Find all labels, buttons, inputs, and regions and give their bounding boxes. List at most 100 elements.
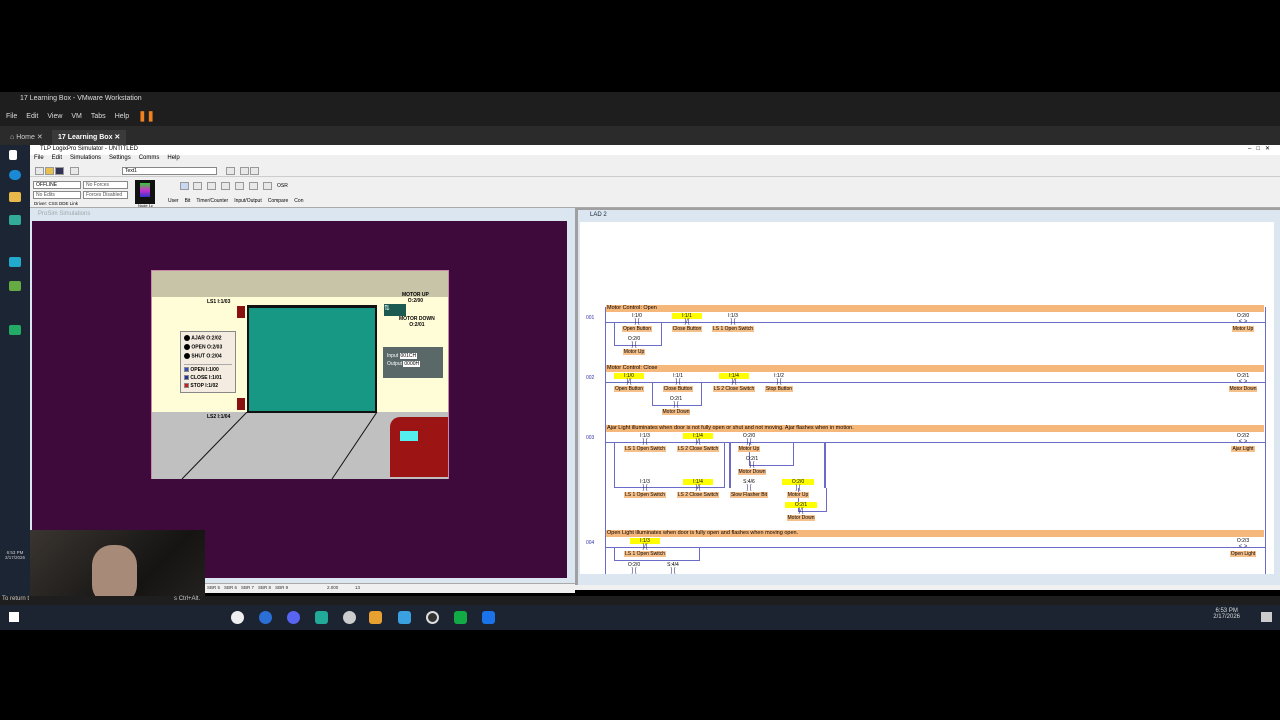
- menu-view[interactable]: View: [47, 113, 62, 120]
- contact-xio[interactable]: O:2/1 ]/[ Motor Down: [771, 502, 831, 521]
- output-coil[interactable]: O:2/2 < > Ajar Light: [1213, 433, 1273, 452]
- ote-icon[interactable]: [235, 182, 244, 190]
- new-icon[interactable]: [35, 167, 44, 175]
- status-tab[interactable]: SBR 8: [258, 585, 271, 590]
- rung-comment[interactable]: Open Light illuminates when door is full…: [606, 530, 1264, 537]
- contact-xic[interactable]: O:2/1 ] [ Motor Down: [722, 456, 782, 475]
- tab-compare[interactable]: Compare: [268, 198, 289, 204]
- windows-start-icon[interactable]: [9, 612, 19, 622]
- file-explorer-icon[interactable]: [9, 192, 21, 202]
- photos-icon[interactable]: [398, 611, 411, 624]
- light-addr: O:2/04: [206, 353, 222, 360]
- menu-simulations[interactable]: Simulations: [70, 155, 101, 164]
- contact-label: Open Button: [613, 386, 645, 392]
- contact-xic[interactable]: O:2/1 ] [ Motor Down: [646, 396, 706, 415]
- pushbutton[interactable]: STOP I:1/02: [184, 383, 232, 391]
- tab-input-output[interactable]: Input/Output: [234, 198, 262, 204]
- pushbutton[interactable]: OPEN I:1/00: [184, 367, 232, 375]
- contact-xio[interactable]: I:1/3 ]/[ LS 1 Open Switch: [615, 538, 675, 557]
- tab-learning-box[interactable]: 17 Learning Box ✕: [52, 130, 127, 145]
- steam-icon[interactable]: [231, 611, 244, 624]
- tab-bit[interactable]: Bit: [185, 198, 191, 204]
- menu-file[interactable]: File: [6, 113, 17, 120]
- status-tab[interactable]: SBR 5: [207, 585, 220, 590]
- output-coil[interactable]: O:2/1 < > Motor Down: [1213, 373, 1273, 392]
- rung-comment[interactable]: Motor Control: Close: [606, 365, 1264, 372]
- xic-icon[interactable]: [207, 182, 216, 190]
- zoom-in-icon[interactable]: [240, 167, 249, 175]
- rung-comment[interactable]: Ajar Light illuminates when door is not …: [606, 425, 1264, 432]
- app-icon[interactable]: [343, 611, 356, 624]
- driver-label: Driver: CSS DDE Link: [34, 201, 79, 206]
- forces-select[interactable]: No Forces: [83, 181, 128, 189]
- app-icon[interactable]: [259, 611, 272, 624]
- output-coil[interactable]: O:2/3 < > Open Light: [1213, 538, 1273, 557]
- xio-icon[interactable]: [221, 182, 230, 190]
- tab-user[interactable]: User: [168, 198, 179, 204]
- contact-xic[interactable]: I:1/1 ] [ Close Button: [648, 373, 708, 392]
- print-icon[interactable]: [70, 167, 79, 175]
- contact-xic[interactable]: S:4/4 ] [: [643, 562, 703, 574]
- vmware-icon[interactable]: [369, 611, 382, 624]
- rung-text-field[interactable]: Text1: [122, 167, 217, 175]
- system-clock[interactable]: 6:53 PM 2/17/2026: [1213, 608, 1240, 620]
- tools-icon[interactable]: [226, 167, 235, 175]
- edits-select[interactable]: No Edits: [33, 191, 81, 199]
- menu-help[interactable]: Help: [115, 113, 129, 120]
- otl-icon[interactable]: [249, 182, 258, 190]
- open-icon[interactable]: [45, 167, 54, 175]
- rung-number[interactable]: 002: [586, 375, 594, 381]
- app-icon[interactable]: [9, 257, 21, 267]
- edge-icon[interactable]: [9, 170, 21, 180]
- contact-xic[interactable]: I:1/3 ] [ LS 1 Open Switch: [703, 313, 763, 332]
- contact-xic[interactable]: O:2/0 ] [ Motor Up: [604, 336, 664, 355]
- contact-xic[interactable]: I:1/3 ] [ LS 1 Open Switch: [615, 479, 675, 498]
- app-icon[interactable]: [482, 611, 495, 624]
- menu-tabs[interactable]: Tabs: [91, 113, 106, 120]
- pushbutton[interactable]: CLOSE I:1/01: [184, 375, 232, 383]
- rung-icon[interactable]: [180, 182, 189, 190]
- sim-status-bar: SBR 5 SBR 6 SBR 7 SBR 8 SBR 9 2.000 13: [205, 583, 575, 593]
- menu-edit[interactable]: Edit: [26, 113, 38, 120]
- menu-help[interactable]: Help: [167, 155, 179, 164]
- excel-icon[interactable]: [9, 325, 21, 335]
- app-icon[interactable]: [315, 611, 328, 624]
- contact-xic[interactable]: I:1/2 ] [ Stop Button: [749, 373, 809, 392]
- windows-start-icon[interactable]: [9, 150, 17, 160]
- tab-con[interactable]: Con: [294, 198, 303, 204]
- mode-select[interactable]: OFFLINE: [33, 181, 81, 189]
- status-tab[interactable]: SBR 6: [224, 585, 237, 590]
- ladder-editor[interactable]: Motor Control: Open 001 I:1/0 ] [ Open B…: [580, 222, 1274, 574]
- menu-file[interactable]: File: [34, 155, 44, 164]
- logixpro-icon[interactable]: [9, 281, 21, 291]
- rung-number[interactable]: 001: [586, 315, 594, 321]
- otu-icon[interactable]: [263, 182, 272, 190]
- obs-icon[interactable]: [426, 611, 439, 624]
- menu-comms[interactable]: Comms: [139, 155, 160, 164]
- status-tab[interactable]: SBR 7: [241, 585, 254, 590]
- menu-vm[interactable]: VM: [71, 113, 82, 120]
- status-tab[interactable]: SBR 9: [275, 585, 288, 590]
- rung-number[interactable]: 003: [586, 435, 594, 441]
- window-controls[interactable]: – □ ✕: [1248, 145, 1270, 152]
- zoom-out-icon[interactable]: [250, 167, 259, 175]
- rung-number[interactable]: 004: [586, 540, 594, 546]
- app-icon[interactable]: [454, 611, 467, 624]
- notification-icon[interactable]: [1261, 612, 1272, 622]
- contact-xic[interactable]: O:2/0 ] [ Motor Up: [719, 433, 779, 452]
- menu-settings[interactable]: Settings: [109, 155, 131, 164]
- tab-home[interactable]: ⌂ Home ✕: [4, 130, 49, 145]
- app-icon[interactable]: [9, 215, 21, 225]
- discord-icon[interactable]: [287, 611, 300, 624]
- pause-icon[interactable]: ❚❚: [138, 111, 155, 122]
- contact-xic[interactable]: I:1/3 ] [ LS 1 Open Switch: [615, 433, 675, 452]
- contact-xic[interactable]: O:2/0 ] [ Motor Up: [768, 479, 828, 498]
- osr-button[interactable]: OSR: [277, 183, 288, 189]
- branch-icon[interactable]: [193, 182, 202, 190]
- tab-timer-counter[interactable]: Timer/Counter: [196, 198, 228, 204]
- menu-edit[interactable]: Edit: [52, 155, 62, 164]
- rung-comment[interactable]: Motor Control: Open: [606, 305, 1264, 312]
- save-icon[interactable]: [55, 167, 64, 175]
- forces-enabled-select[interactable]: Forces Disabled: [83, 191, 128, 199]
- output-coil[interactable]: O:2/0 < > Motor Up: [1213, 313, 1273, 332]
